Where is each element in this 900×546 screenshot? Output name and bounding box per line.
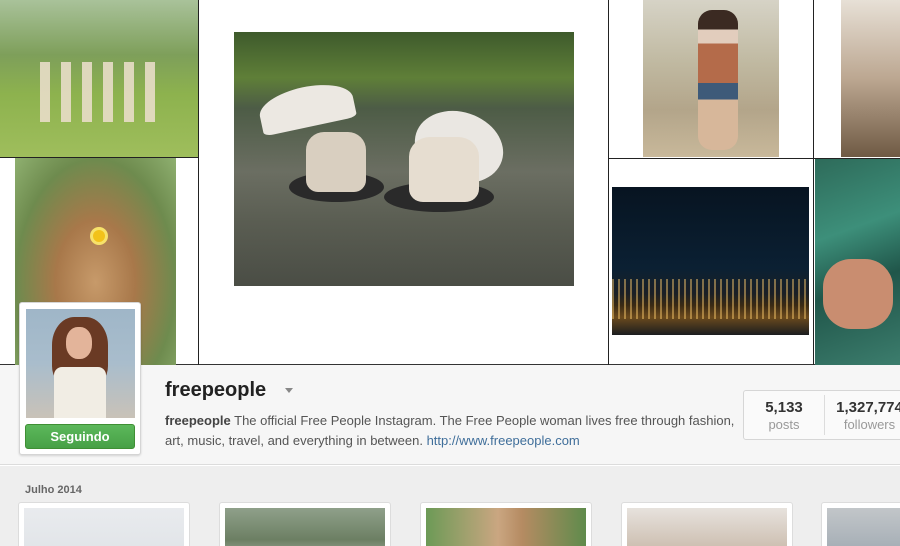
- cover-photo-road-walk[interactable]: [643, 0, 779, 157]
- cover-photo-field-group[interactable]: [0, 0, 198, 157]
- feed-thumbnail[interactable]: [821, 502, 900, 546]
- cover-photo-city-night[interactable]: [612, 187, 809, 335]
- profile-username[interactable]: freepeople: [165, 379, 266, 402]
- avatar[interactable]: [26, 309, 135, 418]
- feed-thumbnail[interactable]: [219, 502, 391, 546]
- followers-count: 1,327,774: [836, 399, 900, 416]
- bio-website-link[interactable]: http://www.freepeople.com: [427, 433, 580, 448]
- following-button[interactable]: Seguindo: [25, 424, 135, 449]
- feed-month-label: Julho 2014: [25, 484, 82, 496]
- profile-avatar-card: Seguindo: [19, 302, 141, 455]
- cover-photo-interior[interactable]: [841, 0, 900, 157]
- caret-down-icon[interactable]: [285, 388, 293, 393]
- stat-followers[interactable]: 1,327,774 followers: [825, 391, 900, 439]
- profile-bio: freepeople The official Free People Inst…: [165, 411, 735, 451]
- feed-thumbnail[interactable]: [621, 502, 793, 546]
- posts-label: posts: [768, 417, 800, 432]
- followers-label: followers: [843, 417, 896, 432]
- posts-count: 5,133: [765, 399, 803, 416]
- profile-stats: 5,133 posts 1,327,774 followers: [743, 390, 900, 440]
- feed-thumbnail[interactable]: [420, 502, 592, 546]
- cover-photo-teal-shirt[interactable]: [815, 159, 900, 365]
- cover-photo-river-umbrellas[interactable]: [234, 32, 574, 286]
- feed-thumbnail[interactable]: [18, 502, 190, 546]
- bio-name: freepeople: [165, 413, 231, 428]
- stat-posts[interactable]: 5,133 posts: [744, 391, 824, 439]
